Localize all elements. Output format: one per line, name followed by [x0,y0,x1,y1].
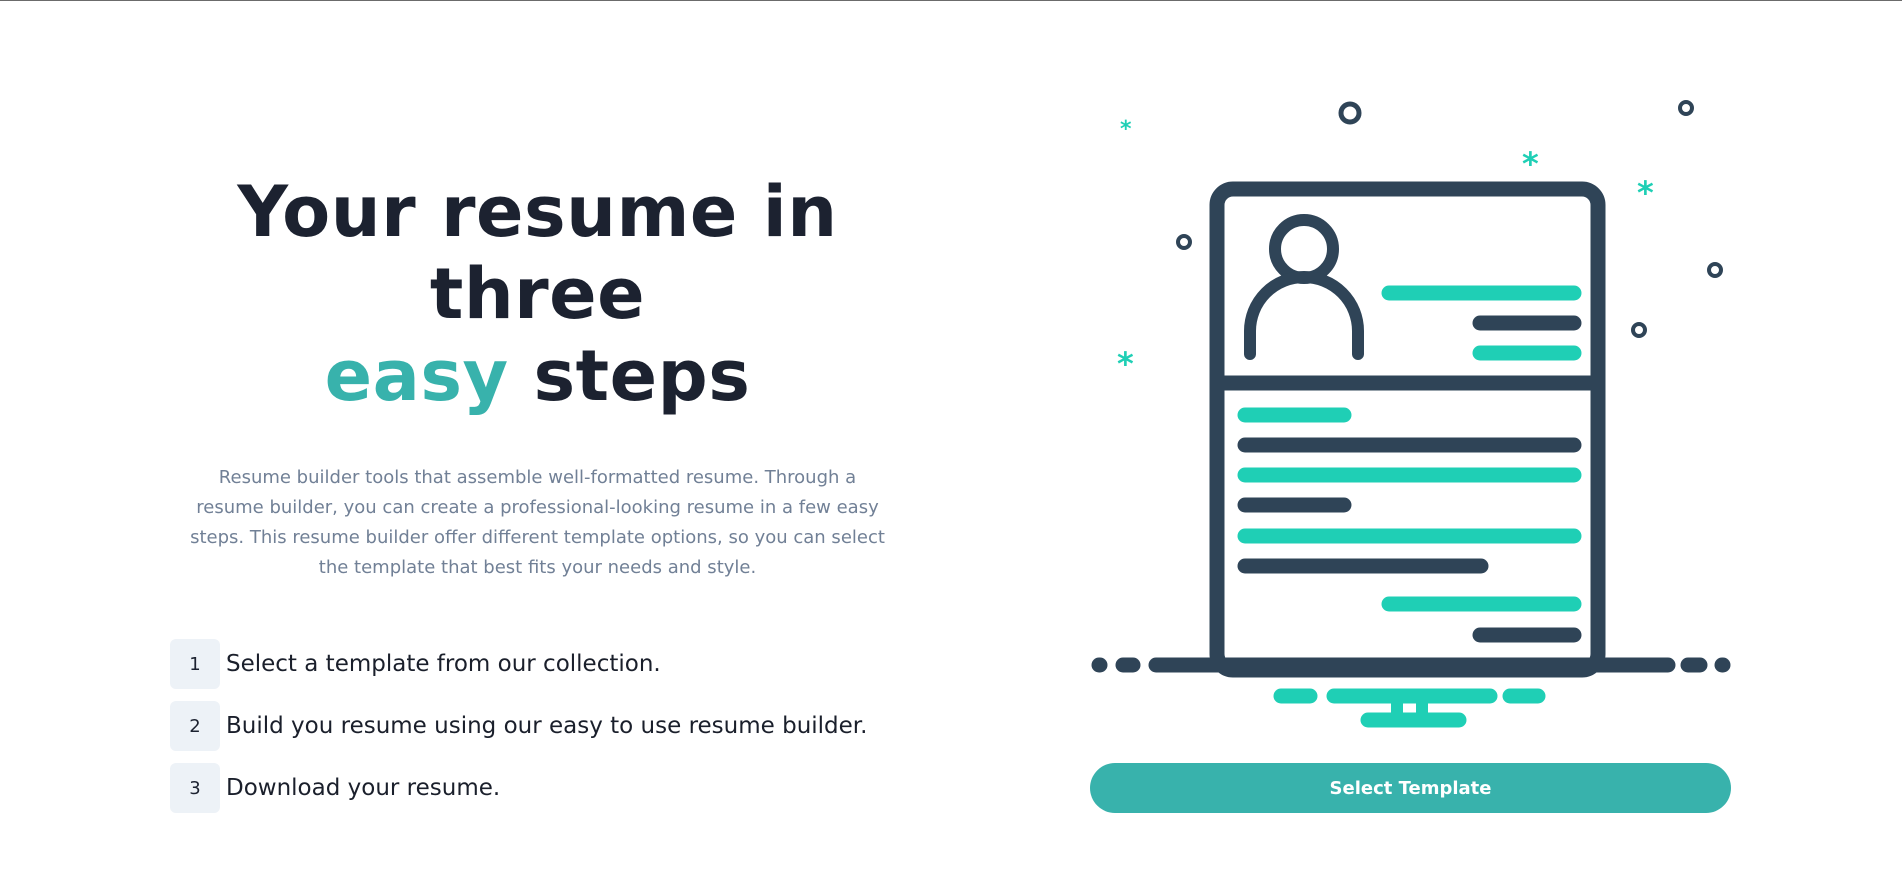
step-text: Build you resume using our easy to use r… [226,713,868,739]
step-text: Download your resume. [226,775,501,801]
hero-description: Resume builder tools that assemble well-… [190,467,885,578]
step-text: Select a template from our collection. [226,651,661,677]
svg-text:*: * [1637,174,1654,212]
headline-line-1: Your resume in three [237,171,838,335]
step-item: 3 Download your resume. [170,763,905,813]
landing-page: Your resume in three easy steps Resume b… [0,0,1902,875]
svg-text:*: * [1522,145,1539,183]
body-text-lines [1237,407,1582,643]
select-template-button[interactable]: Select Template [1090,763,1731,813]
svg-text:*: * [1120,117,1132,142]
headline-accent: easy [324,335,509,417]
header-text-lines [1381,285,1582,361]
avatar-icon [1244,214,1364,360]
step-number-badge: 3 [170,763,220,813]
page-title: Your resume in three easy steps [170,171,905,417]
steps-list: 1 Select a template from our collection.… [170,639,905,813]
base-shadow-lines [1273,688,1546,728]
resume-document-illustration: * * * * [1091,100,1731,728]
step-number-badge: 2 [170,701,220,751]
decorative-asterisk-icons: * * * * [1117,117,1654,383]
svg-text:*: * [1117,345,1134,383]
step-item: 2 Build you resume using our easy to use… [170,701,905,751]
headline-rest: steps [533,335,751,417]
step-number-badge: 1 [170,639,220,689]
step-item: 1 Select a template from our collection. [170,639,905,689]
hero-section: Your resume in three easy steps Resume b… [170,171,905,825]
